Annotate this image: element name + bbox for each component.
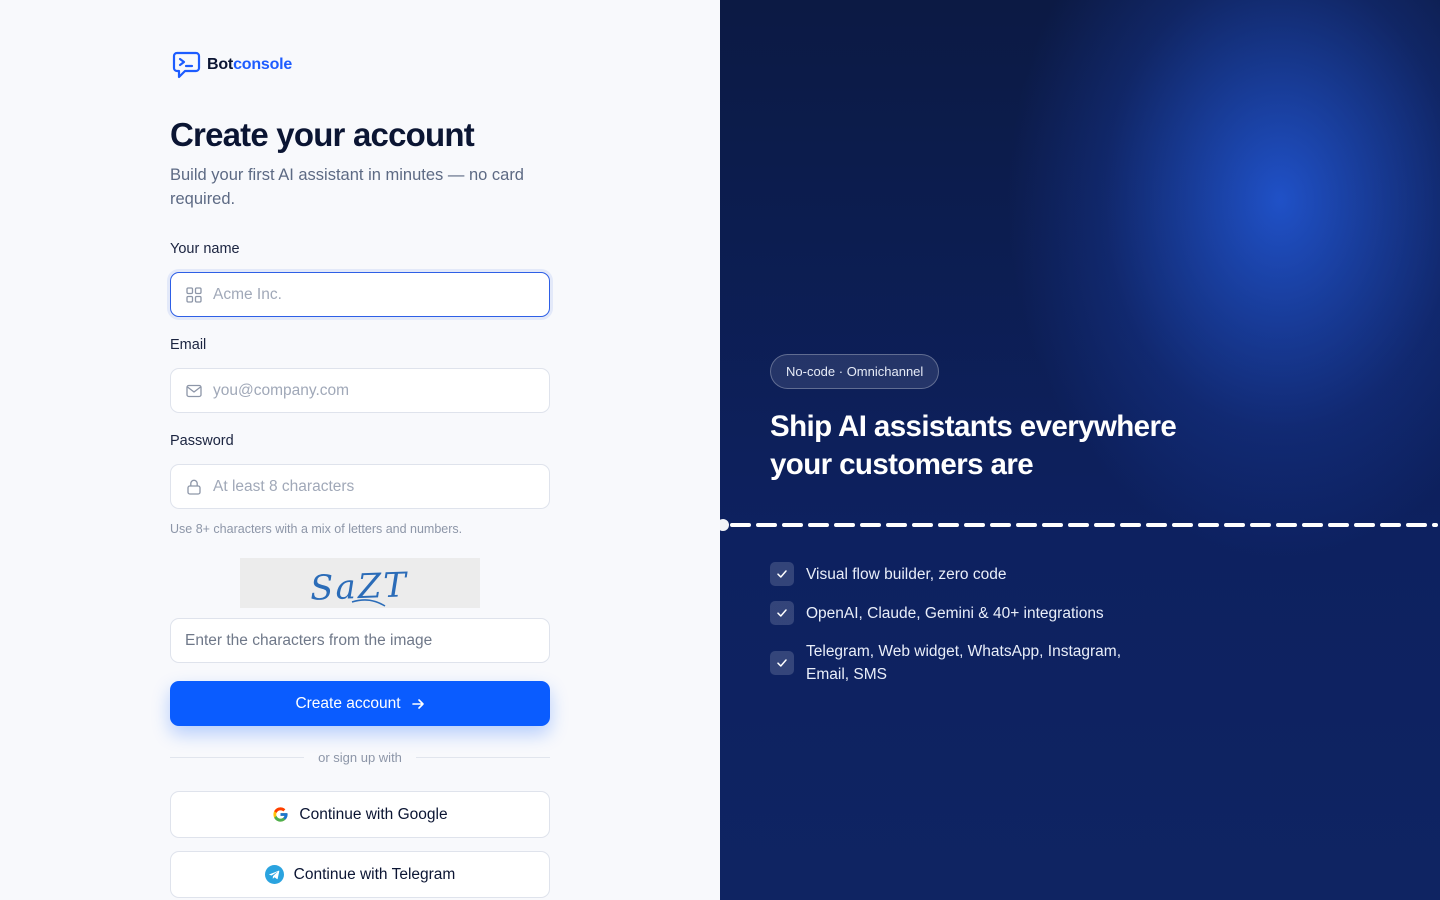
signup-divider: or sign up with xyxy=(170,748,551,766)
feature-text: Telegram, Web widget, WhatsApp, Instagra… xyxy=(806,643,1122,683)
name-field[interactable] xyxy=(170,272,550,317)
telegram-icon xyxy=(264,865,284,884)
email-input[interactable] xyxy=(213,381,513,400)
brand-name-part1: Bot xyxy=(207,56,234,73)
feature-item: Telegram, Web widget, WhatsApp, Instagra… xyxy=(770,640,1170,686)
feature-item: Visual flow builder, zero code xyxy=(770,562,1170,586)
create-account-label: Create account xyxy=(295,694,401,712)
google-signup-button[interactable]: Continue with Google xyxy=(170,791,550,838)
check-icon xyxy=(770,651,794,675)
grid-icon xyxy=(185,286,203,304)
password-label: Password xyxy=(170,433,234,449)
check-icon xyxy=(770,601,794,625)
feature-list: Visual flow builder, zero code OpenAI, C… xyxy=(770,562,1170,701)
feature-text: OpenAI, Claude, Gemini & 40+ integration… xyxy=(806,604,1104,622)
password-field[interactable] xyxy=(170,464,550,509)
signup-panel: Botconsole Create your account Build you… xyxy=(0,0,720,900)
divider-text: or sign up with xyxy=(318,749,402,765)
brand-name: Botconsole xyxy=(207,56,292,74)
check-icon xyxy=(770,562,794,586)
create-account-button[interactable]: Create account xyxy=(170,681,550,726)
promo-badge: No-code · Omnichannel xyxy=(770,354,940,389)
brand-logo[interactable]: Botconsole xyxy=(172,50,292,80)
arrow-right-icon xyxy=(411,698,424,709)
promo-headline: Ship AI assistants everywhere your custo… xyxy=(770,410,1177,481)
dashed-connector-line xyxy=(720,519,1438,531)
promo-panel: No-code · Omnichannel Ship AI assistants… xyxy=(720,0,1440,900)
divider-line-right xyxy=(415,756,551,758)
google-icon xyxy=(273,807,288,822)
telegram-signup-button[interactable]: Continue with Telegram xyxy=(170,851,550,898)
telegram-signup-label: Continue with Telegram xyxy=(293,865,456,883)
name-input[interactable] xyxy=(213,285,513,304)
name-label: Your name xyxy=(170,241,240,257)
captcha-text: SaZT xyxy=(309,565,409,608)
divider-line-left xyxy=(170,756,305,758)
password-input[interactable] xyxy=(213,477,513,496)
captcha-image: SaZT xyxy=(240,558,480,608)
feature-text: Visual flow builder, zero code xyxy=(806,565,1007,583)
brand-name-part2: console xyxy=(233,56,293,73)
google-signup-label: Continue with Google xyxy=(299,805,448,823)
mail-icon xyxy=(185,382,203,400)
page-title: Create your account xyxy=(170,116,475,153)
password-hint: Use 8+ characters with a mix of letters … xyxy=(170,522,463,536)
captcha-input[interactable] xyxy=(185,631,535,650)
feature-item: OpenAI, Claude, Gemini & 40+ integration… xyxy=(770,601,1170,625)
email-field[interactable] xyxy=(170,368,550,413)
chat-terminal-icon xyxy=(172,51,201,79)
lock-icon xyxy=(185,478,203,496)
page-subtitle: Build your first AI assistant in minutes… xyxy=(170,166,524,208)
email-label: Email xyxy=(170,337,207,353)
captcha-field[interactable] xyxy=(170,618,550,663)
